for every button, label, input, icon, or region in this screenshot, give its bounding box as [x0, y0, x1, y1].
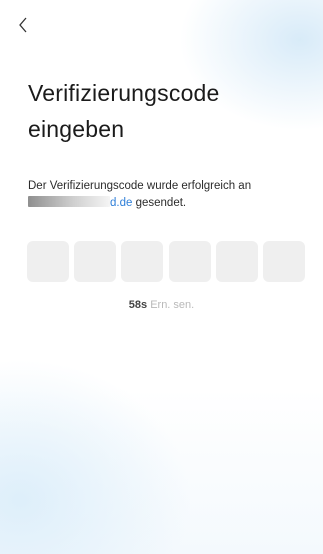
code-digit-4[interactable]	[168, 241, 211, 282]
code-digit-6[interactable]	[262, 241, 305, 282]
code-digit-2[interactable]	[74, 241, 117, 282]
resend-row: 58s Ern. sen.	[0, 298, 323, 312]
message-suffix: gesendet.	[135, 197, 187, 209]
code-digit-5[interactable]	[215, 241, 258, 282]
redacted-email	[28, 196, 110, 207]
title-line-1: Verifizierungscode	[28, 80, 220, 106]
message-line-1: Der Verifizierungscode wurde erfolgreich…	[28, 180, 252, 192]
resend-button[interactable]: Ern. sen.	[150, 299, 194, 311]
page-title: Verifizierungscode eingeben	[28, 75, 298, 147]
back-button[interactable]	[12, 16, 34, 38]
code-digit-3[interactable]	[121, 241, 164, 282]
resend-timer: 58s	[128, 299, 148, 311]
email-address: d.de	[110, 197, 133, 209]
sent-message: Der Verifizierungscode wurde erfolgreich…	[28, 178, 303, 212]
code-digit-1[interactable]	[27, 241, 69, 282]
title-line-2: eingeben	[28, 116, 125, 142]
code-input-group	[27, 241, 305, 282]
message-line-2: d.de gesendet.	[28, 195, 303, 212]
chevron-left-icon	[18, 17, 28, 38]
verification-screen: Verifizierungscode eingeben Der Verifizi…	[0, 0, 323, 554]
